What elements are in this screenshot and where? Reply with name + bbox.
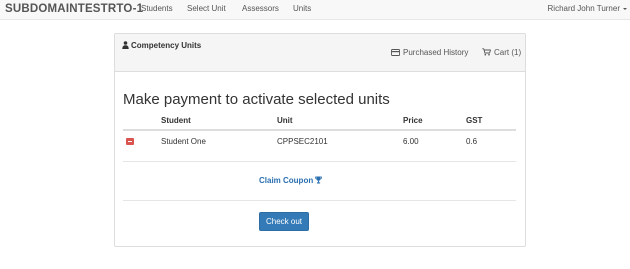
caret-down-icon: [623, 8, 627, 10]
payment-heading: Make payment to activate selected units: [123, 91, 390, 108]
purchased-history-link[interactable]: Purchased History: [391, 48, 468, 57]
user-icon: [122, 41, 129, 49]
user-menu[interactable]: Richard John Turner: [548, 4, 627, 13]
claim-coupon-link[interactable]: Claim Coupon: [259, 176, 323, 185]
cart-link[interactable]: Cart (1): [482, 48, 521, 57]
user-name: Richard John Turner: [547, 4, 620, 13]
shopping-cart-icon: [482, 48, 491, 56]
table-header-divider: [123, 129, 516, 131]
row-divider: [123, 161, 516, 162]
claim-coupon-label: Claim Coupon: [259, 176, 314, 185]
brand-logo[interactable]: SUBDOMAINTESTRTO-1: [5, 3, 143, 15]
column-header-price: Price: [403, 116, 423, 125]
top-navbar: SUBDOMAINTESTRTO-1 Students Select Unit …: [0, 0, 630, 20]
nav-link-assessors[interactable]: Assessors: [242, 4, 279, 13]
cell-price: 6.00: [403, 137, 419, 146]
column-header-gst: GST: [466, 116, 483, 125]
panel-title: Competency Units: [122, 41, 201, 50]
panel-title-text: Competency Units: [131, 41, 202, 50]
column-header-unit: Unit: [277, 116, 293, 125]
cell-unit: CPPSEC2101: [277, 137, 328, 146]
column-header-student: Student: [161, 116, 191, 125]
nav-link-select-unit[interactable]: Select Unit: [187, 4, 226, 13]
nav-link-units[interactable]: Units: [293, 4, 311, 13]
remove-row-button[interactable]: [126, 138, 134, 145]
purchased-history-label: Purchased History: [403, 48, 469, 57]
panel-heading: Competency Units Purchased History Cart …: [115, 34, 525, 72]
cell-student: Student One: [161, 137, 206, 146]
credit-card-icon: [391, 49, 400, 56]
checkout-button[interactable]: Check out: [259, 212, 309, 231]
coupon-divider: [123, 200, 516, 201]
trophy-icon: [315, 176, 323, 184]
cart-label: Cart (1): [494, 48, 522, 57]
cell-gst: 0.6: [466, 137, 478, 146]
nav-link-students[interactable]: Students: [141, 4, 173, 13]
